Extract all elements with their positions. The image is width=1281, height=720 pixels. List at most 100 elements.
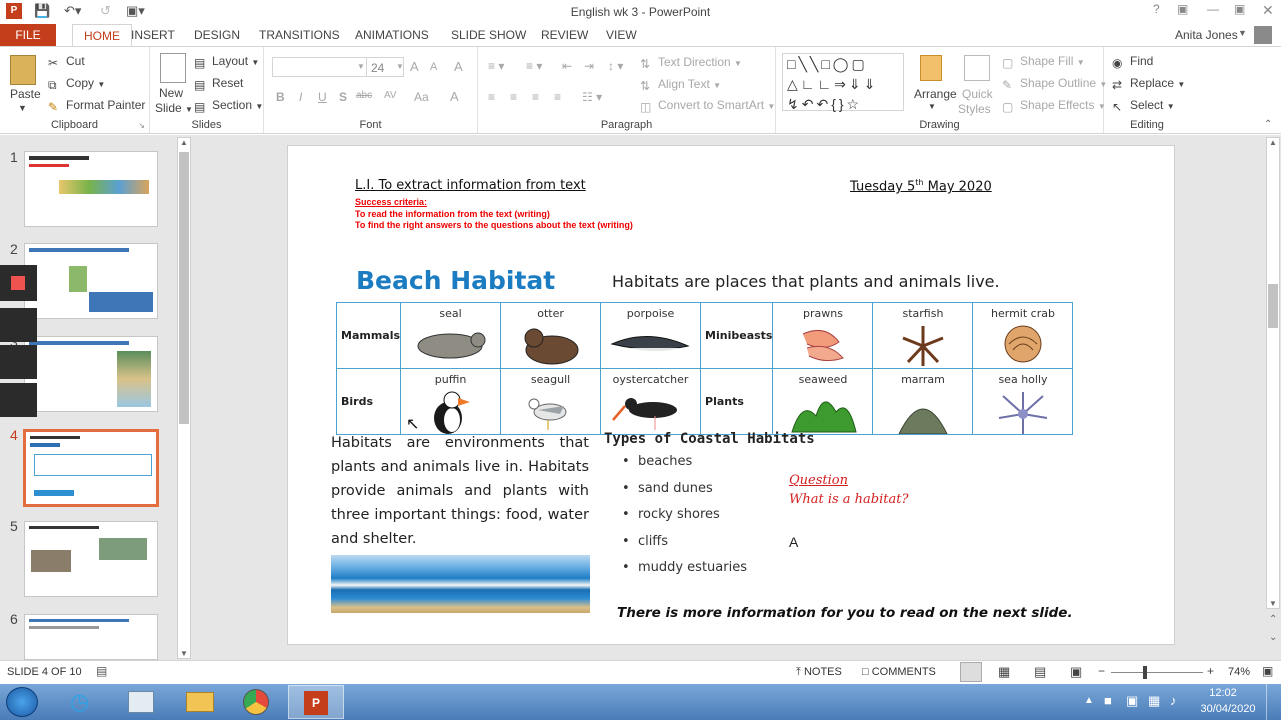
replace-button[interactable]: ⇄ Replace ▼	[1112, 76, 1185, 92]
slide-scroll-thumb[interactable]	[1268, 284, 1278, 328]
line-spacing-icon[interactable]: ↕ ▾	[608, 59, 623, 73]
scroll-up-icon[interactable]: ▲	[178, 138, 190, 147]
volume-icon[interactable]: ♪	[1170, 693, 1177, 708]
maximize-button[interactable]: ▣	[1234, 2, 1245, 16]
font-size-dropdown-icon[interactable]: ▼	[396, 62, 404, 71]
tray-icon-1[interactable]: ■	[1104, 693, 1112, 708]
decrease-indent-icon[interactable]: ⇤	[562, 59, 572, 73]
user-dropdown-icon[interactable]: ▼	[1238, 28, 1247, 38]
font-name-dropdown-icon[interactable]: ▼	[357, 62, 365, 71]
grow-font-button[interactable]: A	[410, 59, 419, 74]
tab-home[interactable]: HOME	[72, 24, 132, 47]
align-right-icon[interactable]: ≡	[532, 90, 539, 104]
find-button[interactable]: ◉ Find	[1112, 54, 1153, 70]
next-slide-icon[interactable]: ⌄	[1269, 632, 1277, 643]
shrink-font-button[interactable]: A	[430, 61, 437, 73]
select-button[interactable]: ↖ Select ▼	[1112, 98, 1175, 114]
new-slide-icon[interactable]	[160, 53, 186, 83]
copy-dropdown-icon[interactable]: ▼	[97, 80, 105, 89]
slideshow-view-icon[interactable]: ▣	[1070, 664, 1082, 680]
clipboard-launcher-icon[interactable]: ↘	[138, 121, 145, 130]
tab-insert[interactable]: INSERT	[131, 28, 175, 42]
shadow-button[interactable]: S	[339, 90, 347, 104]
chrome-icon[interactable]	[243, 689, 269, 715]
tab-file[interactable]: FILE	[0, 24, 56, 46]
align-text-button[interactable]: ⇅ Align Text ▼	[640, 77, 721, 93]
shapes-gallery[interactable]: □╲╲□◯▢ △∟∟⇒⇓⇓ ↯↶↶{}☆	[782, 53, 904, 112]
new-slide-button[interactable]: New	[159, 86, 183, 100]
network-icon[interactable]: ▦	[1148, 693, 1160, 709]
quick-styles-button[interactable]: Quick	[962, 87, 993, 101]
paste-icon[interactable]	[10, 55, 36, 85]
answer-text[interactable]: A	[789, 534, 798, 550]
recorder-tool-3[interactable]	[0, 383, 37, 417]
char-spacing-button[interactable]: AV	[384, 90, 397, 101]
font-color-button[interactable]: A	[450, 89, 459, 104]
slide-thumbnail-4-selected[interactable]	[23, 429, 159, 507]
minimize-button[interactable]: —	[1207, 2, 1219, 16]
change-case-button[interactable]: Aa	[414, 90, 429, 104]
fit-slide-icon[interactable]: ▣	[1262, 664, 1273, 678]
tab-view[interactable]: VIEW	[606, 28, 637, 42]
slide-thumbnail-1[interactable]	[24, 151, 158, 227]
slide-canvas[interactable]: L.I. To extract information from text Tu…	[287, 145, 1175, 645]
user-name[interactable]: Anita Jones	[1175, 28, 1238, 42]
zoom-slider[interactable]	[1111, 672, 1203, 673]
slide-counter[interactable]: SLIDE 4 OF 10	[7, 666, 82, 678]
tab-review[interactable]: REVIEW	[541, 28, 588, 42]
tray-icon-2[interactable]: ▣	[1126, 693, 1138, 709]
new-slide-button-2[interactable]: Slide ▼	[155, 101, 193, 115]
tab-animations[interactable]: ANIMATIONS	[355, 28, 429, 42]
font-name-box[interactable]	[272, 57, 367, 77]
ribbon-options-icon[interactable]: ▣	[1177, 2, 1188, 16]
powerpoint-taskbar-button[interactable]: P	[288, 685, 344, 719]
close-button[interactable]: ✕	[1262, 2, 1274, 19]
arrange-button[interactable]: Arrange	[914, 87, 957, 101]
reading-view-icon[interactable]: ▤	[1034, 664, 1046, 680]
file-explorer-icon[interactable]	[128, 691, 154, 713]
shape-outline-button[interactable]: ✎ Shape Outline ▼	[1002, 76, 1107, 92]
scroll-up-icon[interactable]: ▲	[1267, 138, 1279, 147]
normal-view-icon[interactable]	[960, 662, 982, 682]
tab-transitions[interactable]: TRANSITIONS	[259, 28, 340, 42]
align-center-icon[interactable]: ≡	[510, 90, 517, 104]
slide-scrollbar[interactable]: ▲ ▼	[1266, 137, 1280, 609]
recorder-tool-1[interactable]	[0, 308, 37, 342]
slide-thumbnail-5[interactable]	[24, 521, 158, 597]
notes-button[interactable]: ⤒ NOTES	[796, 666, 842, 679]
convert-smartart-button[interactable]: ◫ Convert to SmartArt ▼	[640, 98, 775, 114]
text-direction-button[interactable]: ⇅ Text Direction ▼	[640, 55, 742, 71]
columns-icon[interactable]: ☷ ▾	[582, 90, 602, 104]
italic-button[interactable]: I	[299, 90, 302, 104]
clock-time[interactable]: 12:02	[1198, 687, 1248, 699]
cut-button[interactable]: ✂ Cut	[48, 54, 85, 70]
paste-button[interactable]: Paste	[10, 87, 41, 101]
spell-check-icon[interactable]: ▤	[96, 664, 107, 678]
zoom-slider-thumb[interactable]	[1143, 666, 1147, 679]
scroll-down-icon[interactable]: ▼	[1267, 599, 1279, 608]
tray-arrow-icon[interactable]: ▲	[1084, 695, 1094, 706]
clock-date[interactable]: 30/04/2020	[1198, 703, 1258, 715]
tab-design[interactable]: DESIGN	[194, 28, 240, 42]
quick-styles-icon[interactable]	[964, 55, 990, 81]
collapse-ribbon-icon[interactable]: ⌃	[1264, 119, 1272, 130]
slide-thumbnail-2[interactable]	[24, 243, 158, 319]
underline-button[interactable]: U	[318, 90, 327, 104]
reset-button[interactable]: ▤ Reset	[194, 76, 243, 92]
thumbnail-scroll-thumb[interactable]	[179, 152, 189, 424]
start-button[interactable]	[6, 687, 38, 717]
bullets-icon[interactable]: ≡ ▾	[488, 59, 504, 73]
arrange-dropdown-icon[interactable]: ▼	[928, 102, 936, 111]
shape-effects-button[interactable]: ▢ Shape Effects ▼	[1002, 98, 1106, 114]
show-desktop-button[interactable]	[1266, 684, 1280, 720]
shape-fill-button[interactable]: ▢ Shape Fill ▼	[1002, 54, 1085, 70]
recorder-tool-2[interactable]	[0, 345, 37, 379]
copy-button[interactable]: ⧉ Copy ▼	[48, 76, 105, 92]
zoom-level[interactable]: 74%	[1228, 666, 1250, 678]
zoom-in-button[interactable]: +	[1207, 664, 1214, 678]
format-painter-button[interactable]: ✎ Format Painter	[48, 98, 145, 114]
strikethrough-button[interactable]: abc	[356, 90, 372, 101]
record-button[interactable]	[0, 265, 37, 301]
justify-icon[interactable]: ≡	[554, 90, 561, 104]
avatar[interactable]	[1254, 26, 1272, 44]
